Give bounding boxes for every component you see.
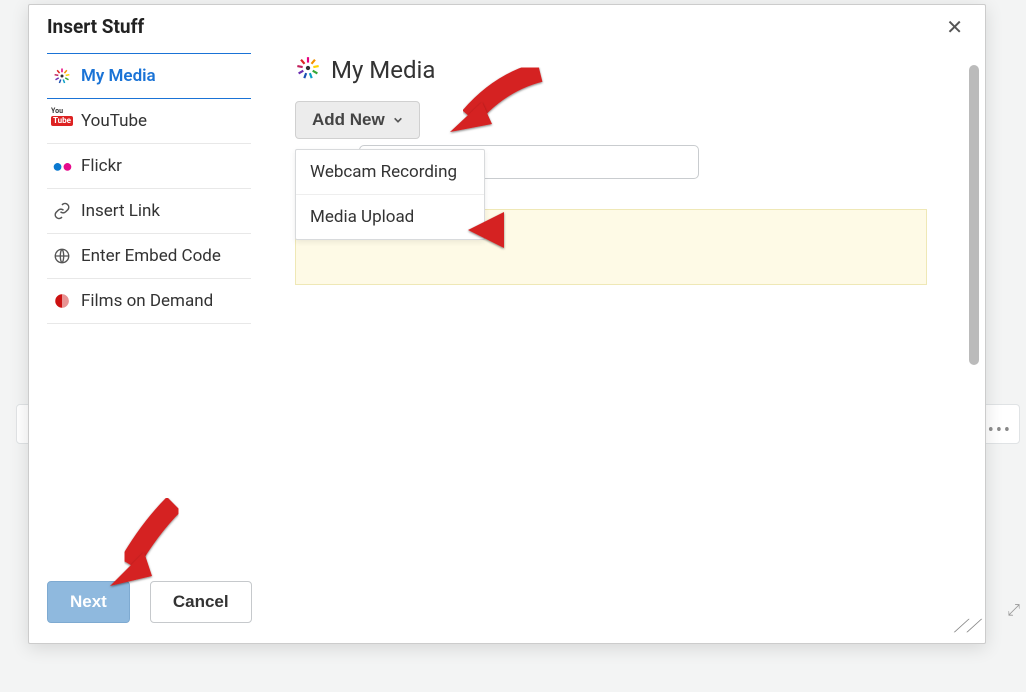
kaltura-icon: [53, 67, 71, 85]
resize-grip-icon[interactable]: ⟋⟋: [954, 616, 979, 637]
dropdown-item-media-upload[interactable]: Media Upload: [296, 195, 484, 239]
sidebar-item-label: Enter Embed Code: [81, 246, 221, 266]
kaltura-icon: [295, 55, 321, 85]
sidebar-item-label: My Media: [81, 66, 156, 86]
sidebar: My Media Tube YouTube ●● Flickr: [47, 45, 251, 567]
sidebar-item-my-media[interactable]: My Media: [47, 53, 251, 99]
films-on-demand-icon: [53, 292, 71, 310]
globe-icon: [53, 247, 71, 265]
panel-title: My Media: [331, 56, 435, 84]
sidebar-item-embed-code[interactable]: Enter Embed Code: [47, 234, 251, 279]
dropdown-item-label: Webcam Recording: [310, 162, 457, 182]
sidebar-item-flickr[interactable]: ●● Flickr: [47, 144, 251, 189]
ellipsis-icon[interactable]: •••: [988, 420, 1012, 441]
youtube-icon: Tube: [53, 112, 71, 130]
panel-header: My Media: [295, 55, 957, 85]
main-panel: My Media Add New Webcam Recording Media …: [251, 45, 981, 567]
expand-icon[interactable]: ⤢: [1007, 600, 1020, 620]
sidebar-item-label: Flickr: [81, 156, 122, 176]
close-icon[interactable]: ✕: [942, 15, 967, 39]
add-new-label: Add New: [312, 110, 385, 130]
dialog-body: My Media Tube YouTube ●● Flickr: [29, 45, 985, 567]
sidebar-item-label: Insert Link: [81, 201, 160, 221]
add-new-dropdown: Webcam Recording Media Upload: [295, 149, 485, 240]
sidebar-item-youtube[interactable]: Tube YouTube: [47, 99, 251, 144]
dropdown-item-label: Media Upload: [310, 207, 414, 227]
scrollbar[interactable]: [969, 65, 979, 365]
add-new-button[interactable]: Add New: [295, 101, 420, 139]
sidebar-item-films-on-demand[interactable]: Films on Demand: [47, 279, 251, 324]
sidebar-item-label: Films on Demand: [81, 291, 213, 311]
sidebar-item-insert-link[interactable]: Insert Link: [47, 189, 251, 234]
insert-stuff-dialog: Insert Stuff ✕: [28, 4, 986, 644]
dialog-header: Insert Stuff ✕: [29, 5, 985, 45]
dialog-title: Insert Stuff: [47, 15, 144, 38]
cancel-button[interactable]: Cancel: [150, 581, 252, 623]
link-icon: [53, 202, 71, 220]
dialog-footer: Next Cancel: [29, 567, 985, 643]
next-button[interactable]: Next: [47, 581, 130, 623]
chevron-down-icon: [393, 110, 403, 130]
flickr-icon: ●●: [53, 157, 71, 175]
sidebar-item-label: YouTube: [81, 111, 147, 131]
dropdown-item-webcam[interactable]: Webcam Recording: [296, 150, 484, 195]
